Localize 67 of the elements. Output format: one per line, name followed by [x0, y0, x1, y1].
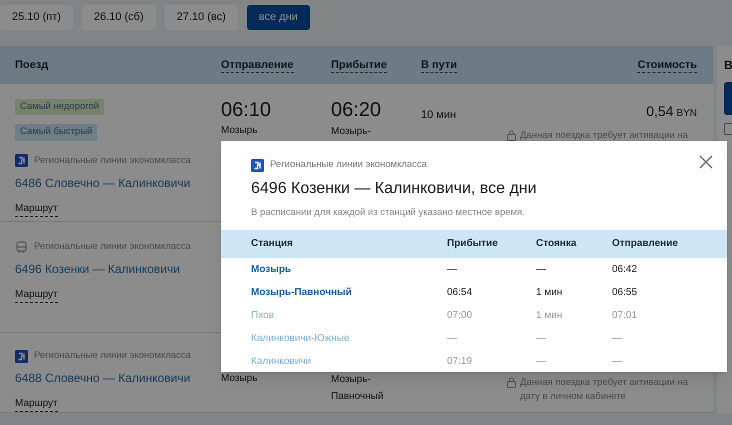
column-header: Прибытие: [447, 237, 499, 251]
column-header[interactable]: Стоимость: [637, 58, 697, 73]
price-amount: 0,54: [646, 102, 674, 121]
station-link[interactable]: Мозырь: [251, 262, 292, 276]
lock-icon: [507, 377, 516, 388]
column-header[interactable]: Отправление: [221, 58, 294, 73]
stop-duration: 1 мин: [536, 286, 564, 300]
currency-label: BYN: [676, 107, 697, 121]
arrival-time: 07:19: [447, 354, 474, 368]
column-header: Отправление: [612, 237, 679, 251]
departure-time: 06:55: [612, 286, 638, 300]
station-link[interactable]: Калинковичи-Южные: [251, 330, 350, 346]
arrival-time: —: [447, 332, 458, 346]
operator-name: Региональные линии экономкласса: [270, 158, 427, 172]
departure-time: 07:01: [612, 308, 638, 322]
timezone-note: В расписании для каждой из станций указано местное время.: [251, 206, 526, 220]
lock-icon: [507, 130, 516, 141]
panel-title: В: [724, 57, 732, 74]
train-link[interactable]: 6488 Словечно — Калинковичи: [15, 369, 190, 388]
arrival-time: —: [447, 262, 458, 276]
station-link[interactable]: Калинковичи: [251, 354, 312, 368]
column-header[interactable]: Прибытие: [331, 58, 387, 73]
date-tab[interactable]: 27.10 (вс): [164, 5, 238, 30]
station-link[interactable]: Пхов: [251, 308, 274, 322]
date-tab[interactable]: 25.10 (пт): [0, 5, 73, 30]
train-icon: [15, 240, 28, 254]
railway-logo-icon: [15, 350, 28, 363]
operator-name: Региональные линии экономкласса: [34, 154, 191, 168]
arrival-time: 06:20: [331, 99, 382, 121]
date-tab[interactable]: 26.10 (сб): [82, 5, 156, 30]
column-header: Стоянка: [536, 237, 578, 251]
train-link[interactable]: 6496 Козенки — Калинковичи: [15, 260, 180, 278]
close-icon: [699, 155, 713, 169]
train-link[interactable]: 6486 Словечно — Калинковичи: [15, 174, 190, 192]
dialog-title: 6496 Козенки — Калинковичи, все дни: [251, 179, 538, 200]
operator-name: Региональные линии экономкласса: [34, 240, 191, 254]
departure-time: —: [612, 354, 623, 368]
stop-duration: —: [536, 332, 547, 346]
departure-station: Мозырь: [221, 372, 258, 386]
route-link[interactable]: Маршрут: [15, 200, 58, 217]
arrival-station: Мозырь-Павночный: [331, 373, 384, 404]
route-link[interactable]: Маршрут: [15, 287, 58, 304]
tag-label: Самый недорогой: [15, 99, 104, 116]
close-button[interactable]: [699, 155, 713, 169]
column-header[interactable]: В пути: [421, 58, 458, 73]
tag-label: Самый быстрый: [15, 124, 98, 140]
arrival-station: Мозырь-: [331, 125, 372, 139]
railway-logo-icon: [15, 154, 28, 168]
railway-logo-icon: [251, 158, 264, 172]
stop-duration: 1 мин: [536, 308, 564, 322]
stop-duration: —: [536, 354, 547, 368]
stop-duration: —: [536, 262, 547, 276]
departure-time: 06:10: [221, 99, 272, 121]
departure-time: 06:42: [612, 262, 638, 276]
arrival-time: 07:00: [447, 308, 474, 322]
column-header: Поезд: [15, 58, 48, 71]
route-link[interactable]: Маршрут: [15, 396, 58, 412]
activation-notice: Данная поездка требует активации на дату в личном кабинете: [520, 376, 690, 404]
departure-station: Мозырь: [221, 124, 258, 138]
arrival-time: 06:54: [447, 286, 474, 300]
travel-duration: 10 мин: [421, 109, 456, 121]
activation-notice: Данная поездка требует активации на: [520, 129, 688, 143]
station-link[interactable]: Мозырь-Павночный: [251, 284, 352, 300]
date-tab[interactable]: все дни: [246, 5, 310, 30]
operator-name: Региональные линии экономкласса: [34, 349, 191, 363]
column-header: Станция: [251, 237, 294, 251]
departure-time: —: [612, 332, 623, 346]
